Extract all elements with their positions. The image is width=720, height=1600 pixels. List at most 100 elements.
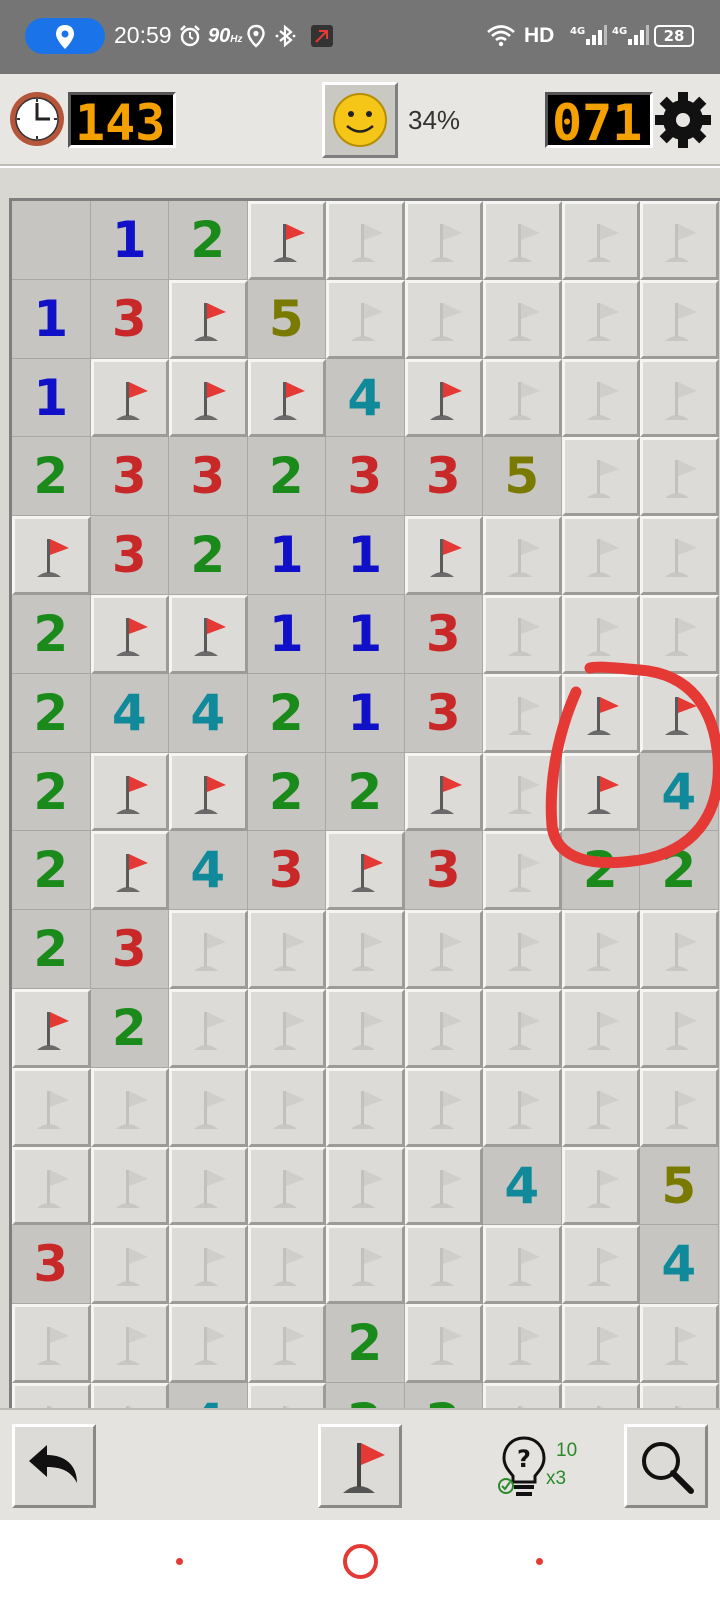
closed-cell[interactable] (483, 1304, 562, 1383)
closed-cell[interactable] (12, 1382, 91, 1408)
closed-cell[interactable] (561, 1382, 640, 1408)
number-cell[interactable]: 2 (247, 752, 326, 832)
number-cell[interactable]: 2 (561, 831, 640, 911)
number-cell[interactable]: 1 (326, 594, 405, 674)
number-cell[interactable]: 1 (247, 516, 326, 595)
flagged-cell[interactable] (169, 279, 248, 359)
number-cell[interactable]: 2 (247, 673, 326, 753)
closed-cell[interactable] (12, 1067, 91, 1147)
zoom-button[interactable] (624, 1424, 708, 1508)
number-cell[interactable]: 3 (12, 1225, 91, 1305)
number-cell[interactable]: 2 (326, 1382, 405, 1408)
closed-cell[interactable] (12, 1146, 91, 1226)
flagged-cell[interactable] (12, 988, 91, 1068)
closed-cell[interactable] (247, 910, 326, 989)
closed-cell[interactable] (561, 1225, 640, 1305)
number-cell[interactable]: 2 (326, 1304, 405, 1383)
flagged-cell[interactable] (404, 752, 483, 832)
closed-cell[interactable] (404, 988, 483, 1068)
closed-cell[interactable] (404, 1146, 483, 1226)
flagged-cell[interactable] (404, 516, 483, 595)
number-cell[interactable]: 3 (404, 831, 483, 911)
closed-cell[interactable] (247, 1146, 326, 1226)
number-cell[interactable]: 2 (12, 437, 91, 517)
closed-cell[interactable] (247, 1067, 326, 1147)
number-cell[interactable]: 3 (90, 437, 169, 517)
closed-cell[interactable] (561, 201, 640, 280)
closed-cell[interactable] (404, 910, 483, 989)
closed-cell[interactable] (326, 1067, 405, 1147)
number-cell[interactable]: 4 (169, 1382, 248, 1408)
number-cell[interactable]: 2 (169, 516, 248, 595)
flagged-cell[interactable] (404, 358, 483, 438)
closed-cell[interactable] (640, 1304, 719, 1383)
closed-cell[interactable] (247, 1304, 326, 1383)
nav-home-button[interactable] (343, 1544, 378, 1579)
number-cell[interactable]: 3 (326, 437, 405, 517)
number-cell[interactable]: 4 (640, 752, 719, 832)
number-cell[interactable]: 2 (169, 201, 248, 280)
number-cell[interactable]: 5 (640, 1146, 719, 1226)
closed-cell[interactable] (640, 437, 719, 517)
closed-cell[interactable] (326, 1146, 405, 1226)
closed-cell[interactable] (640, 516, 719, 595)
flagged-cell[interactable] (326, 831, 405, 911)
number-cell[interactable]: 1 (12, 358, 91, 438)
flagged-cell[interactable] (169, 752, 248, 832)
closed-cell[interactable] (483, 1067, 562, 1147)
closed-cell[interactable] (561, 437, 640, 517)
number-cell[interactable]: 1 (247, 594, 326, 674)
number-cell[interactable]: 2 (12, 831, 91, 911)
closed-cell[interactable] (483, 201, 562, 280)
number-cell[interactable]: 1 (326, 516, 405, 595)
number-cell[interactable]: 4 (326, 358, 405, 438)
number-cell[interactable]: 4 (169, 673, 248, 753)
closed-cell[interactable] (561, 1067, 640, 1147)
closed-cell[interactable] (326, 1225, 405, 1305)
gear-icon[interactable] (654, 91, 712, 149)
number-cell[interactable]: 4 (169, 831, 248, 911)
number-cell[interactable]: 2 (12, 910, 91, 989)
flagged-cell[interactable] (90, 358, 169, 438)
closed-cell[interactable] (404, 1304, 483, 1383)
closed-cell[interactable] (640, 910, 719, 989)
flagged-cell[interactable] (247, 358, 326, 438)
flagged-cell[interactable] (12, 516, 91, 595)
flagged-cell[interactable] (561, 752, 640, 832)
number-cell[interactable]: 3 (90, 516, 169, 595)
number-cell[interactable]: 4 (483, 1146, 562, 1226)
closed-cell[interactable] (640, 201, 719, 280)
nav-recents-button[interactable] (176, 1558, 183, 1565)
flagged-cell[interactable] (247, 201, 326, 280)
closed-cell[interactable] (483, 1225, 562, 1305)
number-cell[interactable]: 2 (12, 594, 91, 674)
closed-cell[interactable] (561, 1146, 640, 1226)
closed-cell[interactable] (169, 1304, 248, 1383)
number-cell[interactable]: 2 (640, 831, 719, 911)
closed-cell[interactable] (483, 1382, 562, 1408)
closed-cell[interactable] (90, 1382, 169, 1408)
closed-cell[interactable] (169, 988, 248, 1068)
hint-lightbulb-icon[interactable]: ? (498, 1434, 550, 1498)
closed-cell[interactable] (247, 1225, 326, 1305)
closed-cell[interactable] (561, 594, 640, 674)
number-cell[interactable]: 1 (90, 201, 169, 280)
closed-cell[interactable] (561, 279, 640, 359)
closed-cell[interactable] (483, 594, 562, 674)
new-game-smiley-button[interactable] (322, 82, 398, 158)
flagged-cell[interactable] (90, 594, 169, 674)
closed-cell[interactable] (640, 358, 719, 438)
closed-cell[interactable] (561, 358, 640, 438)
closed-cell[interactable] (404, 279, 483, 359)
number-cell[interactable]: 2 (90, 988, 169, 1068)
flagged-cell[interactable] (640, 673, 719, 753)
nav-back-button[interactable] (536, 1558, 543, 1565)
closed-cell[interactable] (640, 1382, 719, 1408)
number-cell[interactable]: 2 (12, 752, 91, 832)
number-cell[interactable]: 1 (326, 673, 405, 753)
closed-cell[interactable] (326, 910, 405, 989)
closed-cell[interactable] (90, 1067, 169, 1147)
closed-cell[interactable] (483, 516, 562, 595)
number-cell[interactable]: 2 (326, 752, 405, 832)
undo-button[interactable] (12, 1424, 96, 1508)
